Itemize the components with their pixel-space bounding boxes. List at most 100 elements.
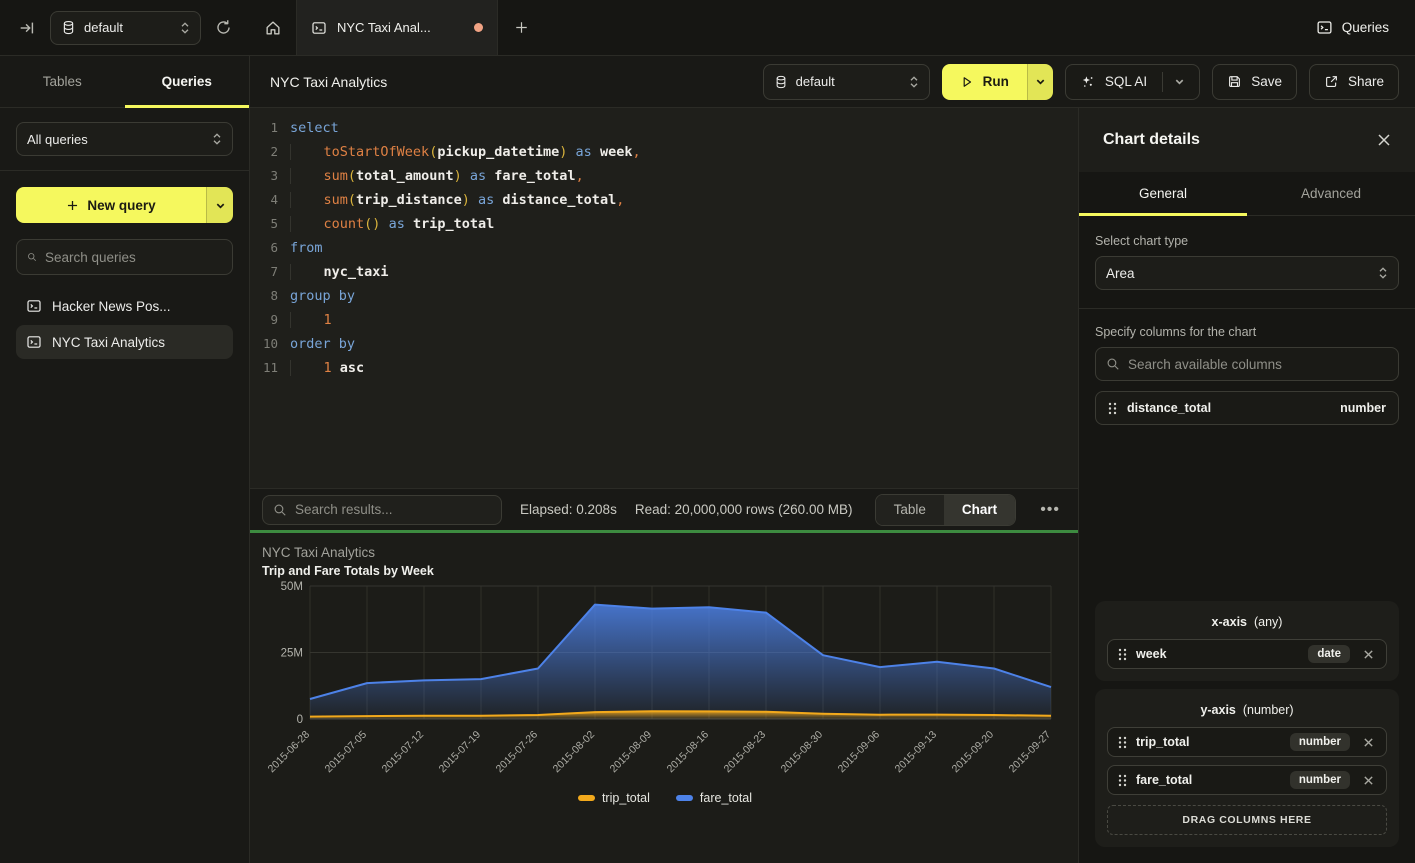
axis-column-item[interactable]: weekdate [1107,639,1387,669]
column-name: week [1136,647,1299,661]
code-text: sum(total_amount) as fare_total, [290,164,584,188]
drag-columns-dropzone[interactable]: DRAG COLUMNS HERE [1107,805,1387,835]
database-icon [774,75,788,89]
view-toggle-table[interactable]: Table [876,495,944,525]
terminal-icon [26,298,42,314]
search-icon [273,503,287,517]
close-icon [1363,649,1374,660]
run-button[interactable]: Run [942,64,1027,100]
query-search-input[interactable] [45,250,222,265]
code-line[interactable]: 10order by [250,332,1078,356]
remove-column-button[interactable] [1359,773,1378,788]
code-line[interactable]: 2 toStartOfWeek(pickup_datetime) as week… [250,140,1078,164]
close-icon [1363,737,1374,748]
remove-column-button[interactable] [1359,735,1378,750]
queries-menu-button[interactable]: Queries [1316,19,1389,36]
view-toggle-chart[interactable]: Chart [944,495,1015,525]
tab-advanced[interactable]: Advanced [1247,172,1415,215]
chart-type-select[interactable]: Area [1095,256,1399,290]
code-line[interactable]: 8group by [250,284,1078,308]
queries-menu-label: Queries [1342,20,1389,35]
columns-label: Specify columns for the chart [1095,325,1399,339]
sidebar-tab-tables[interactable]: Tables [0,56,125,107]
details-spacer [1095,425,1399,601]
line-number: 9 [250,308,290,332]
save-button[interactable]: Save [1212,64,1297,100]
query-list-item[interactable]: NYC Taxi Analytics [16,325,233,359]
sidebar: Tables Queries All queries New query [0,56,250,863]
close-icon [1363,775,1374,786]
chart-title: NYC Taxi Analytics [262,545,1068,560]
chart-details-panel: Chart details General Advanced Select ch… [1078,108,1415,863]
plus-icon [66,199,79,212]
sql-ai-button[interactable]: SQL AI [1065,64,1200,100]
legend-item[interactable]: fare_total [676,791,752,805]
sidebar-tab-queries[interactable]: Queries [125,56,250,107]
chart-details-body: Select chart type Area Specify columns f… [1079,216,1415,863]
share-button[interactable]: Share [1309,64,1399,100]
svg-text:50M: 50M [281,581,303,593]
new-query-label: New query [87,198,155,213]
query-filter-value: All queries [27,132,88,147]
chart-details-tabs: General Advanced [1079,172,1415,216]
drag-handle-icon[interactable] [1118,736,1127,749]
results-toolbar: Elapsed: 0.208s Read: 20,000,000 rows (2… [250,488,1078,530]
code-line[interactable]: 9 1 [250,308,1078,332]
new-query-dropdown-button[interactable] [206,187,233,223]
code-line[interactable]: 11 1 asc [250,356,1078,380]
available-column-item[interactable]: distance_totalnumber [1095,391,1399,425]
line-number: 8 [250,284,290,308]
code-line[interactable]: 5 count() as trip_total [250,212,1078,236]
chevron-updown-icon [212,133,222,145]
refresh-icon [215,19,232,36]
home-tab-button[interactable] [250,0,296,55]
topbar-left: default [0,0,250,55]
database-icon [61,20,76,35]
save-label: Save [1251,74,1282,89]
svg-text:0: 0 [297,714,303,726]
sql-ai-label: SQL AI [1105,74,1147,89]
new-query-button[interactable]: New query [16,187,206,223]
drag-handle-icon[interactable] [1108,402,1117,415]
columns-search-input[interactable] [1128,357,1388,372]
tab-general[interactable]: General [1079,172,1247,215]
collapse-sidebar-button[interactable] [14,15,40,41]
search-icon [27,250,37,264]
query-tab[interactable]: NYC Taxi Anal... [296,0,498,55]
axis-column-item[interactable]: fare_totalnumber [1107,765,1387,795]
drag-handle-icon[interactable] [1118,648,1127,661]
drag-handle-icon[interactable] [1118,774,1127,787]
code-line[interactable]: 1select [250,116,1078,140]
toolbar-database-select[interactable]: default [763,64,930,100]
code-text: select [290,116,339,140]
run-dropdown-button[interactable] [1027,64,1053,100]
chart-panel: NYC Taxi Analytics Trip and Fare Totals … [250,533,1078,863]
code-line[interactable]: 3 sum(total_amount) as fare_total, [250,164,1078,188]
code-line[interactable]: 6from [250,236,1078,260]
results-search-input[interactable] [295,502,491,517]
line-number: 4 [250,188,290,212]
query-filter-select[interactable]: All queries [16,122,233,156]
new-tab-button[interactable] [498,0,544,55]
code-line[interactable]: 4 sum(trip_distance) as distance_total, [250,188,1078,212]
results-more-button[interactable]: ••• [1034,501,1066,519]
available-columns-list: distance_totalnumber [1095,381,1399,425]
share-label: Share [1348,74,1384,89]
refresh-button[interactable] [211,15,236,40]
sql-editor[interactable]: 1select2 toStartOfWeek(pickup_datetime) … [250,108,1078,488]
query-list-item[interactable]: Hacker News Pos... [16,289,233,323]
column-name: trip_total [1136,735,1281,749]
y-axis-card: y-axis (number) trip_totalnumberfare_tot… [1095,689,1399,847]
query-item-label: Hacker News Pos... [52,299,171,314]
results-chart[interactable]: 025M50M2015-06-282015-07-052015-07-12201… [262,580,1068,791]
topbar-database-select[interactable]: default [50,11,201,45]
remove-column-button[interactable] [1359,647,1378,662]
line-number: 10 [250,332,290,356]
search-icon [1106,357,1120,371]
legend-item[interactable]: trip_total [578,791,650,805]
x-axis-card: x-axis (any) weekdate [1095,601,1399,681]
column-type-badge: number [1290,771,1350,789]
axis-column-item[interactable]: trip_totalnumber [1107,727,1387,757]
close-panel-button[interactable] [1377,133,1391,147]
code-line[interactable]: 7 nyc_taxi [250,260,1078,284]
